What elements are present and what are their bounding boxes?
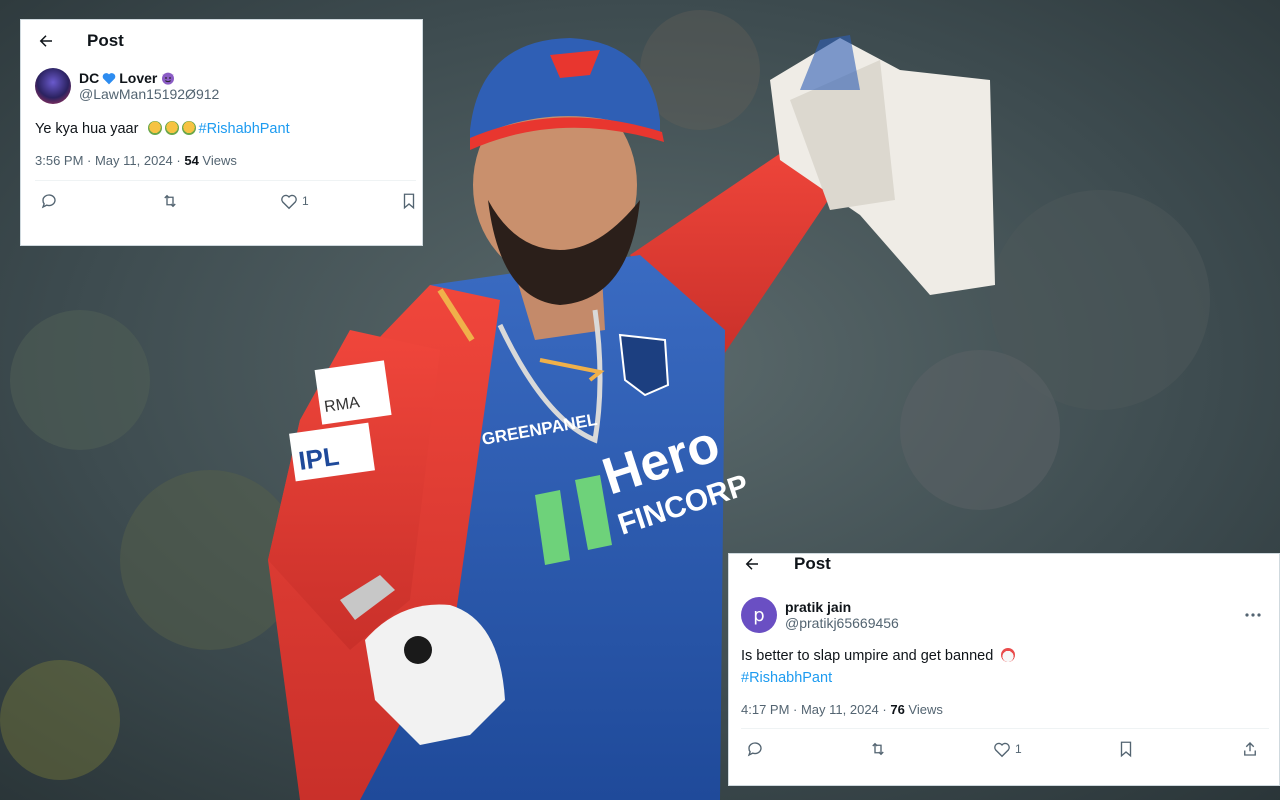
clown-face-icon (1001, 648, 1016, 662)
nauseated-face-icon (147, 121, 162, 135)
hashtag-link[interactable]: #RishabhPant (199, 121, 290, 137)
tweet-body: Is better to slap umpire and get banned (741, 648, 994, 664)
reply-button[interactable] (40, 192, 58, 210)
sleeve-logo-ipl: IPL (297, 441, 341, 476)
tweet-meta: 4:17 PM · May 11, 2024 · 76 Views (729, 689, 1279, 717)
user-handle[interactable]: @LawMan15192Ø912 (79, 86, 219, 102)
display-name[interactable]: DC Lover (79, 70, 219, 86)
tweet-text: Is better to slap umpire and get banned … (729, 633, 1279, 689)
display-name-suffix: Lover (119, 70, 158, 86)
views-count: 76 (890, 702, 905, 717)
post-title: Post (794, 554, 831, 573)
tweet-card-2: Post p pratik jain @pratikj65669456 Is b… (728, 553, 1280, 786)
tweet-meta: 3:56 PM · May 11, 2024 · 54 Views (21, 140, 422, 168)
avatar[interactable]: p (741, 597, 777, 633)
bookmark-button[interactable] (1118, 740, 1134, 758)
tweet-text: Ye kya hua yaar #RishabhPant (21, 104, 422, 140)
like-button[interactable]: 1 (993, 741, 1022, 758)
like-button[interactable]: 1 (280, 193, 309, 210)
share-icon (1244, 742, 1256, 756)
tweet-card-1: Post DC Lover @LawMan15192Ø912 Ye kya hu… (20, 19, 423, 246)
nauseated-face-icon (164, 121, 179, 135)
back-arrow-icon[interactable] (742, 554, 762, 574)
display-name[interactable]: pratik jain (785, 599, 899, 615)
views-label: Views (198, 153, 237, 168)
retweet-button[interactable] (868, 740, 888, 758)
tweet-body: Ye kya hua yaar (35, 121, 139, 137)
post-header: Post (21, 20, 422, 54)
back-arrow-icon[interactable] (36, 31, 56, 51)
post-title: Post (87, 31, 124, 50)
bookmark-button[interactable] (401, 192, 417, 210)
reply-icon (747, 742, 762, 757)
action-bar: 1 (21, 181, 422, 221)
tweet-author: DC Lover @LawMan15192Ø912 (21, 54, 422, 104)
bookmark-icon (1120, 741, 1132, 758)
avatar[interactable] (35, 68, 71, 104)
bookmark-icon (403, 193, 415, 210)
timestamp[interactable]: 3:56 PM · May 11, 2024 · (35, 153, 184, 168)
reply-button[interactable] (746, 740, 764, 758)
user-handle[interactable]: @pratikj65669456 (785, 615, 899, 631)
more-icon[interactable] (1245, 604, 1261, 620)
display-name-text: DC (79, 70, 100, 86)
retweet-icon (872, 742, 884, 756)
nauseated-face-icon (181, 121, 196, 135)
like-count: 1 (302, 194, 309, 208)
post-header: Post (729, 554, 1279, 574)
timestamp[interactable]: 4:17 PM · May 11, 2024 · (741, 702, 890, 717)
retweet-button[interactable] (160, 192, 180, 210)
smiling-imp-icon (162, 72, 175, 85)
hashtag-link[interactable]: #RishabhPant (741, 667, 1279, 689)
share-button[interactable] (1241, 740, 1259, 758)
like-icon (994, 742, 1010, 757)
tweet-author: p pratik jain @pratikj65669456 (729, 574, 1279, 633)
reply-icon (41, 194, 56, 209)
blue-heart-icon (102, 72, 116, 84)
like-icon (281, 194, 297, 209)
retweet-icon (164, 194, 176, 208)
views-label: Views (904, 702, 943, 717)
action-bar: 1 (729, 729, 1279, 769)
like-count: 1 (1015, 742, 1022, 756)
views-count: 54 (184, 153, 199, 168)
